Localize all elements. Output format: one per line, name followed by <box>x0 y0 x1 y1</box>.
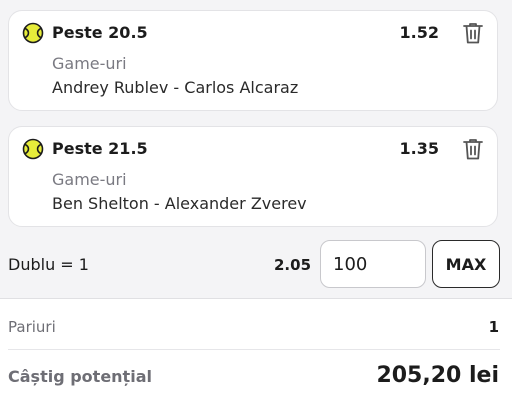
trash-icon[interactable] <box>462 21 484 45</box>
market-name: Game-uri <box>52 54 127 73</box>
combo-label: Dublu = 1 <box>8 255 89 274</box>
match-name: Ben Shelton - Alexander Zverev <box>52 194 307 213</box>
max-stake-button[interactable]: MAX <box>432 240 500 288</box>
bet-selection-card: Peste 20.5 1.52 Game-uri Andrey Rublev -… <box>8 10 498 111</box>
divider <box>8 349 500 350</box>
potential-win-label: Câștig potențial <box>8 367 152 386</box>
potential-win-value: 205,20 lei <box>376 363 499 388</box>
bets-count-value: 1 <box>488 318 499 336</box>
selection-odds: 1.52 <box>399 23 439 42</box>
tennis-ball-icon <box>22 138 44 160</box>
match-name: Andrey Rublev - Carlos Alcaraz <box>52 78 299 97</box>
bet-selection-card: Peste 21.5 1.35 Game-uri Ben Shelton - A… <box>8 126 498 227</box>
bet-summary: Pariuri 1 Câștig potențial 205,20 lei <box>0 298 512 401</box>
selection-odds: 1.35 <box>399 139 439 158</box>
trash-icon[interactable] <box>462 137 484 161</box>
tennis-ball-icon <box>22 22 44 44</box>
combo-odds: 2.05 <box>274 256 312 274</box>
stake-input[interactable] <box>320 240 426 288</box>
market-name: Game-uri <box>52 170 127 189</box>
bets-count-label: Pariuri <box>8 318 56 336</box>
selection-label: Peste 20.5 <box>52 23 148 42</box>
selection-label: Peste 21.5 <box>52 139 148 158</box>
